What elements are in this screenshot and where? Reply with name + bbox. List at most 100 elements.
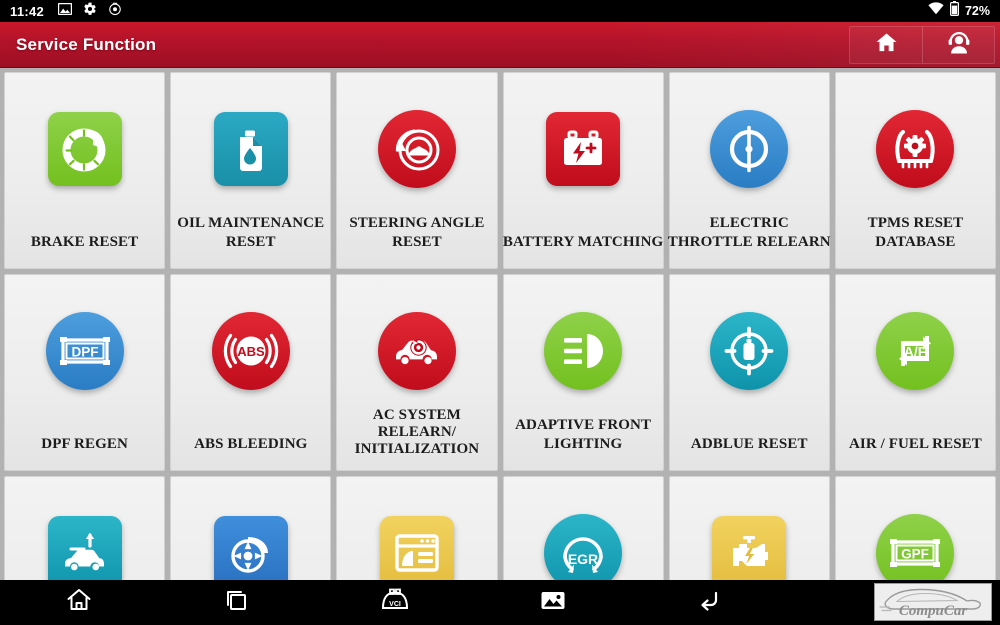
dpf-filter-icon: DPF <box>45 312 124 390</box>
tile-icon <box>377 311 457 391</box>
tile-abs-bleeding[interactable]: ABS ABS BLEEDING <box>170 274 332 471</box>
tile-icon: EGR <box>543 513 623 580</box>
tile-label: ABS BLEEDING <box>194 436 308 452</box>
tile-label: BRAKE RESET <box>30 234 139 250</box>
nav-back-button[interactable] <box>681 580 741 625</box>
android-nav-bar: VCI CompuCar <box>0 580 1000 625</box>
tile-icon <box>377 513 457 580</box>
adblue-tank-icon <box>710 312 789 390</box>
battery-icon <box>949 1 959 21</box>
engine-check-icon <box>712 516 787 580</box>
air-fuel-ratio-icon: A/F <box>876 312 955 390</box>
svg-text:CompuCar: CompuCar <box>899 603 968 619</box>
tile-icon <box>45 513 125 580</box>
windshield-display-icon <box>379 516 454 580</box>
settings-gear-icon <box>83 2 97 21</box>
tile-gpf[interactable]: GPF <box>834 476 996 580</box>
home-button[interactable] <box>850 26 922 63</box>
tile-suspension[interactable] <box>4 476 166 580</box>
back-arrow-icon <box>698 588 724 617</box>
tile-oil-maintenance-reset[interactable]: OIL MAINTENANCE RESET <box>170 72 332 269</box>
tile-icon <box>211 513 291 580</box>
screen-record-icon <box>108 2 122 21</box>
vci-connector-icon: VCI <box>378 588 412 617</box>
tile-label: OIL MAINTENANCE RESET <box>177 215 325 250</box>
tile-icon <box>377 109 457 189</box>
status-clock: 11:42 <box>10 3 45 19</box>
tile-engine-check[interactable] <box>668 476 830 580</box>
tile-adaptive-front-lighting[interactable]: ADAPTIVE FRONT LIGHTING <box>502 274 664 471</box>
svg-text:DPF: DPF <box>71 345 98 360</box>
picture-icon <box>540 589 566 616</box>
ac-car-refresh-icon <box>377 312 456 390</box>
tile-icon <box>543 311 623 391</box>
tile-battery-matching[interactable]: BATTERY MATCHING <box>502 72 664 269</box>
app-header: Service Function <box>0 22 1000 68</box>
tile-label: AC SYSTEM RELEARN/ INITIALIZATION <box>354 407 480 457</box>
status-right-icons: 72% <box>928 1 990 21</box>
tile-label: AIR / FUEL RESET <box>848 436 982 452</box>
suspension-car-icon <box>47 516 122 580</box>
tile-label: TPMS RESET DATABASE <box>867 215 964 250</box>
tile-label: BATTERY MATCHING <box>502 234 664 250</box>
tile-ac-system-relearn[interactable]: AC SYSTEM RELEARN/ INITIALIZATION <box>336 274 498 471</box>
status-bar: 11:42 72% <box>0 0 1000 22</box>
tile-label: ELECTRIC THROTTLE RELEARN <box>667 215 831 250</box>
tpms-warning-icon <box>876 110 955 188</box>
tile-dpf-regen[interactable]: DPF DPF REGEN <box>4 274 166 471</box>
tile-label: ADAPTIVE FRONT LIGHTING <box>515 417 652 452</box>
headset-user-icon <box>946 30 972 59</box>
home-icon <box>874 31 899 59</box>
status-left-icons <box>57 2 122 21</box>
tile-windshield-display[interactable] <box>336 476 498 580</box>
tile-icon <box>543 109 623 189</box>
tile-icon <box>211 109 291 189</box>
service-function-screen: 11:42 72% Service Function BRAKE RESET O… <box>0 0 1000 625</box>
support-button[interactable] <box>922 26 994 63</box>
nav-button-group: VCI <box>0 580 790 625</box>
tile-icon: ABS <box>211 311 291 391</box>
tile-icon <box>709 109 789 189</box>
tile-steering-angle-reset[interactable]: STEERING ANGLE RESET <box>336 72 498 269</box>
gpf-filter-icon: GPF <box>876 514 955 580</box>
tile-icon <box>709 311 789 391</box>
tile-icon <box>875 109 955 189</box>
tile-brake-reset[interactable]: BRAKE RESET <box>4 72 166 269</box>
egr-valve-icon: EGR <box>544 514 623 580</box>
page-title: Service Function <box>16 34 157 54</box>
wifi-icon <box>928 2 944 20</box>
turbo-charger-icon <box>213 516 288 580</box>
tile-adblue-reset[interactable]: ADBLUE RESET <box>668 274 830 471</box>
svg-text:VCI: VCI <box>389 601 401 608</box>
tile-icon <box>709 513 789 580</box>
tile-icon: A/F <box>875 311 955 391</box>
image-icon <box>57 2 73 20</box>
tile-egr[interactable]: EGR <box>502 476 664 580</box>
tile-icon: DPF <box>45 311 125 391</box>
svg-text:ABS: ABS <box>237 344 265 359</box>
tile-icon <box>45 109 125 189</box>
abs-warning-icon: ABS <box>211 312 290 390</box>
recents-squares-icon <box>224 588 250 617</box>
nav-vci-button[interactable]: VCI <box>365 580 425 625</box>
steering-wheel-icon <box>377 110 456 188</box>
service-function-grid: BRAKE RESET OIL MAINTENANCE RESET STEERI… <box>0 68 1000 580</box>
svg-text:A/F: A/F <box>904 344 927 360</box>
tile-air-fuel-reset[interactable]: A/F AIR / FUEL RESET <box>834 274 996 471</box>
tile-electric-throttle-relearn[interactable]: ELECTRIC THROTTLE RELEARN <box>668 72 831 269</box>
tile-label: ADBLUE RESET <box>690 436 808 452</box>
throttle-body-icon <box>710 110 789 188</box>
tile-icon: GPF <box>875 513 955 580</box>
nav-recents-button[interactable] <box>207 580 267 625</box>
nav-screenshot-button[interactable] <box>523 580 583 625</box>
oil-can-icon <box>213 112 288 186</box>
svg-text:GPF: GPF <box>902 547 930 562</box>
battery-percent-label: 72% <box>964 4 990 18</box>
tile-turbo[interactable] <box>170 476 332 580</box>
nav-home-button[interactable] <box>49 580 109 625</box>
tile-tpms-reset-database[interactable]: TPMS RESET DATABASE <box>834 72 996 269</box>
tile-label: DPF REGEN <box>41 436 128 452</box>
brake-rotor-icon <box>47 112 122 186</box>
tile-label: STEERING ANGLE RESET <box>349 215 485 250</box>
home-outline-icon <box>66 588 92 617</box>
